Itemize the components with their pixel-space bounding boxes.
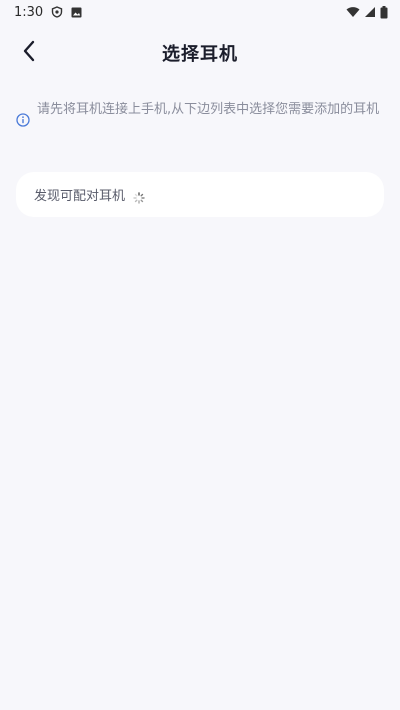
discover-card: 发现可配对耳机	[16, 172, 384, 217]
header: 选择耳机	[0, 30, 400, 76]
status-bar: 1:30	[0, 0, 400, 24]
status-left: 1:30	[14, 5, 82, 20]
discover-label: 发现可配对耳机	[34, 189, 126, 204]
battery-icon	[380, 5, 388, 19]
info-icon	[16, 112, 30, 127]
loading-spinner-icon	[133, 189, 145, 204]
page-title: 选择耳机	[162, 44, 238, 65]
back-button[interactable]	[12, 36, 46, 70]
image-icon	[71, 7, 82, 18]
hint-message: 请先将耳机连接上手机,从下边列表中选择您需要添加的耳机	[16, 100, 384, 127]
signal-icon	[364, 6, 376, 18]
wifi-icon	[346, 6, 360, 18]
status-right	[346, 5, 388, 19]
shield-icon	[51, 6, 63, 18]
chevron-left-icon	[22, 40, 36, 66]
hint-text: 请先将耳机连接上手机,从下边列表中选择您需要添加的耳机	[37, 102, 380, 117]
status-time: 1:30	[14, 4, 44, 20]
